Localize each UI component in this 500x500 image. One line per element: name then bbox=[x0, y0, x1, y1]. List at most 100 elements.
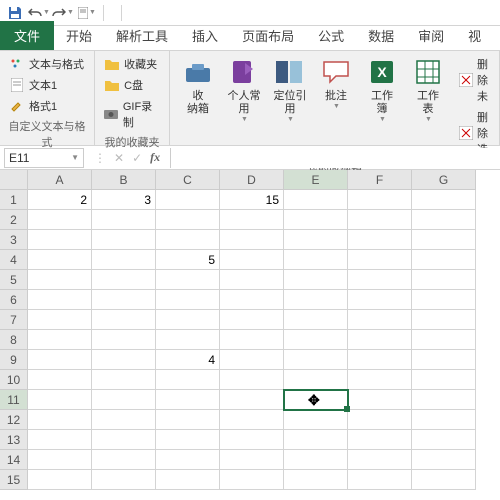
cell[interactable] bbox=[156, 450, 220, 470]
fill-handle[interactable] bbox=[344, 406, 350, 412]
row-header[interactable]: 5 bbox=[0, 270, 28, 290]
cell[interactable] bbox=[284, 430, 348, 450]
cell[interactable] bbox=[412, 470, 476, 490]
cell[interactable] bbox=[28, 330, 92, 350]
cell[interactable] bbox=[28, 350, 92, 370]
row-header[interactable]: 15 bbox=[0, 470, 28, 490]
cell[interactable] bbox=[284, 370, 348, 390]
cell[interactable] bbox=[156, 290, 220, 310]
tab-formulas[interactable]: 公式 bbox=[306, 22, 356, 50]
cell[interactable] bbox=[220, 410, 284, 430]
cell[interactable]: 4 bbox=[156, 350, 220, 370]
cell[interactable] bbox=[220, 290, 284, 310]
storage-button[interactable]: 收 纳箱 bbox=[176, 54, 220, 118]
cell[interactable] bbox=[28, 390, 92, 410]
cell[interactable] bbox=[412, 370, 476, 390]
cell[interactable] bbox=[28, 370, 92, 390]
cell[interactable] bbox=[412, 430, 476, 450]
cell[interactable] bbox=[284, 250, 348, 270]
row-header[interactable]: 6 bbox=[0, 290, 28, 310]
tab-layout[interactable]: 页面布局 bbox=[230, 22, 306, 50]
row-header[interactable]: 8 bbox=[0, 330, 28, 350]
cell[interactable] bbox=[28, 450, 92, 470]
cell[interactable] bbox=[28, 210, 92, 230]
cell[interactable] bbox=[28, 410, 92, 430]
tab-parse[interactable]: 解析工具 bbox=[104, 22, 180, 50]
cell[interactable] bbox=[348, 450, 412, 470]
row-header[interactable]: 1 bbox=[0, 190, 28, 210]
select-all-corner[interactable] bbox=[0, 170, 28, 190]
cell[interactable] bbox=[348, 230, 412, 250]
tab-view[interactable]: 视 bbox=[456, 22, 493, 50]
column-header[interactable]: C bbox=[156, 170, 220, 190]
cell[interactable] bbox=[284, 210, 348, 230]
favorites-button[interactable]: 收藏夹 bbox=[101, 54, 163, 74]
cell[interactable]: 2 bbox=[28, 190, 92, 210]
row-header[interactable]: 7 bbox=[0, 310, 28, 330]
cell[interactable] bbox=[284, 310, 348, 330]
column-header[interactable]: D bbox=[220, 170, 284, 190]
cell[interactable] bbox=[348, 330, 412, 350]
cell[interactable] bbox=[28, 310, 92, 330]
cell[interactable] bbox=[412, 270, 476, 290]
cdrive-button[interactable]: C盘 bbox=[101, 75, 163, 95]
cancel-icon[interactable]: ✕ bbox=[114, 151, 124, 165]
cell[interactable] bbox=[92, 390, 156, 410]
cell[interactable]: 3 bbox=[92, 190, 156, 210]
tab-insert[interactable]: 插入 bbox=[180, 22, 230, 50]
formula-input[interactable] bbox=[170, 148, 500, 168]
cell[interactable] bbox=[220, 450, 284, 470]
cell[interactable] bbox=[348, 290, 412, 310]
cell[interactable] bbox=[412, 390, 476, 410]
cell[interactable] bbox=[348, 270, 412, 290]
cell[interactable] bbox=[92, 450, 156, 470]
cell[interactable] bbox=[220, 210, 284, 230]
cell[interactable] bbox=[220, 310, 284, 330]
cell[interactable] bbox=[28, 470, 92, 490]
cell[interactable] bbox=[412, 310, 476, 330]
cell[interactable] bbox=[348, 210, 412, 230]
workbook-button[interactable]: X 工作 簿 ▼ bbox=[360, 54, 404, 125]
cell[interactable] bbox=[220, 430, 284, 450]
row-header[interactable]: 10 bbox=[0, 370, 28, 390]
cell[interactable] bbox=[412, 350, 476, 370]
cell[interactable] bbox=[92, 230, 156, 250]
cell[interactable] bbox=[156, 210, 220, 230]
cell[interactable] bbox=[156, 230, 220, 250]
personal-button[interactable]: 个人常 用 ▼ bbox=[222, 54, 266, 125]
cell[interactable] bbox=[284, 270, 348, 290]
cell[interactable] bbox=[220, 390, 284, 410]
cell[interactable] bbox=[220, 470, 284, 490]
cell[interactable] bbox=[92, 350, 156, 370]
text-format-button[interactable]: 文本与格式 bbox=[6, 54, 87, 74]
cell[interactable] bbox=[284, 470, 348, 490]
row-header[interactable]: 12 bbox=[0, 410, 28, 430]
qat-customize-button[interactable]: ▼ bbox=[76, 2, 98, 24]
format1-button[interactable]: 格式1 bbox=[6, 96, 87, 116]
worksheet-button[interactable]: 工作 表 ▼ bbox=[406, 54, 450, 125]
row-header[interactable]: 14 bbox=[0, 450, 28, 470]
cell[interactable] bbox=[348, 250, 412, 270]
delete-unused-button[interactable]: 删除未 bbox=[456, 54, 493, 106]
cell[interactable] bbox=[348, 470, 412, 490]
tab-home[interactable]: 开始 bbox=[54, 22, 104, 50]
cell[interactable] bbox=[92, 290, 156, 310]
cell[interactable] bbox=[284, 450, 348, 470]
cell[interactable]: 15 bbox=[220, 190, 284, 210]
cell[interactable]: ✥ bbox=[284, 390, 348, 410]
cell[interactable] bbox=[412, 410, 476, 430]
column-header[interactable]: A bbox=[28, 170, 92, 190]
cell[interactable] bbox=[156, 470, 220, 490]
cell[interactable] bbox=[156, 410, 220, 430]
cell[interactable] bbox=[220, 350, 284, 370]
cell[interactable] bbox=[220, 330, 284, 350]
accept-icon[interactable]: ✓ bbox=[132, 151, 142, 165]
tab-review[interactable]: 审阅 bbox=[406, 22, 456, 50]
cell[interactable] bbox=[348, 190, 412, 210]
cell[interactable] bbox=[348, 410, 412, 430]
row-header[interactable]: 11 bbox=[0, 390, 28, 410]
column-header[interactable]: F bbox=[348, 170, 412, 190]
ellipsis-icon[interactable]: ⋮ bbox=[94, 151, 106, 165]
cell[interactable] bbox=[156, 190, 220, 210]
cell[interactable] bbox=[156, 390, 220, 410]
